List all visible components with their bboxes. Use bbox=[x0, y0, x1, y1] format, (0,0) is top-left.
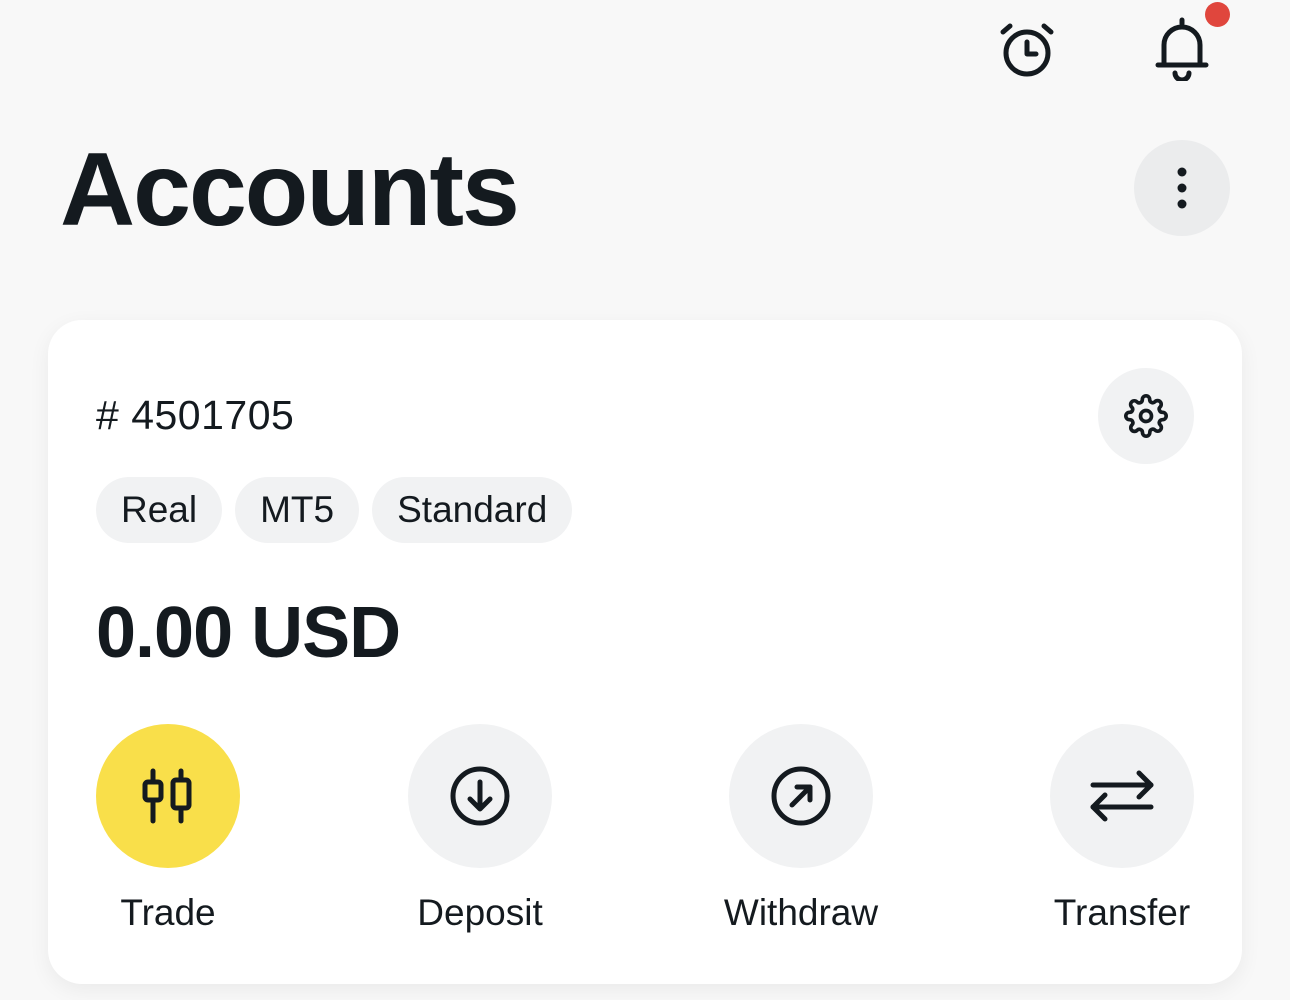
notification-badge bbox=[1205, 2, 1230, 27]
arrow-down-circle-icon bbox=[450, 766, 510, 826]
account-tags: Real MT5 Standard bbox=[96, 477, 573, 543]
account-balance: 0.00 USD bbox=[96, 593, 401, 673]
candlestick-icon bbox=[142, 768, 192, 824]
trade-button-circle[interactable] bbox=[96, 724, 240, 868]
transfer-button-circle[interactable] bbox=[1050, 724, 1194, 868]
more-vertical-icon bbox=[1177, 167, 1187, 209]
arrow-up-right-circle-icon bbox=[771, 766, 831, 826]
account-card[interactable]: # 4501705 Real MT5 Standard 0.00 USD Tra… bbox=[48, 320, 1242, 984]
withdraw-button-circle[interactable] bbox=[729, 724, 873, 868]
account-actions: Trade Deposit Withdraw Transfer bbox=[48, 724, 1242, 944]
tag-account-class: Standard bbox=[372, 477, 573, 543]
gear-icon bbox=[1124, 394, 1168, 438]
tag-platform: MT5 bbox=[235, 477, 360, 543]
transfer-label: Transfer bbox=[1053, 892, 1191, 933]
tag-account-type: Real bbox=[96, 477, 223, 543]
deposit-label: Deposit bbox=[417, 892, 543, 933]
trade-button[interactable]: Trade bbox=[38, 724, 298, 934]
deposit-button[interactable]: Deposit bbox=[350, 724, 610, 934]
swap-arrows-icon bbox=[1090, 770, 1154, 822]
account-number: # 4501705 bbox=[96, 392, 295, 438]
account-settings-button[interactable] bbox=[1098, 368, 1194, 464]
withdraw-label: Withdraw bbox=[723, 892, 879, 933]
trade-label: Trade bbox=[120, 892, 216, 933]
deposit-button-circle[interactable] bbox=[408, 724, 552, 868]
transfer-button[interactable]: Transfer bbox=[992, 724, 1252, 934]
withdraw-button[interactable]: Withdraw bbox=[671, 724, 931, 934]
page-title: Accounts bbox=[60, 132, 520, 248]
more-options-button[interactable] bbox=[1134, 140, 1230, 236]
alarm-clock-icon[interactable] bbox=[987, 10, 1067, 90]
